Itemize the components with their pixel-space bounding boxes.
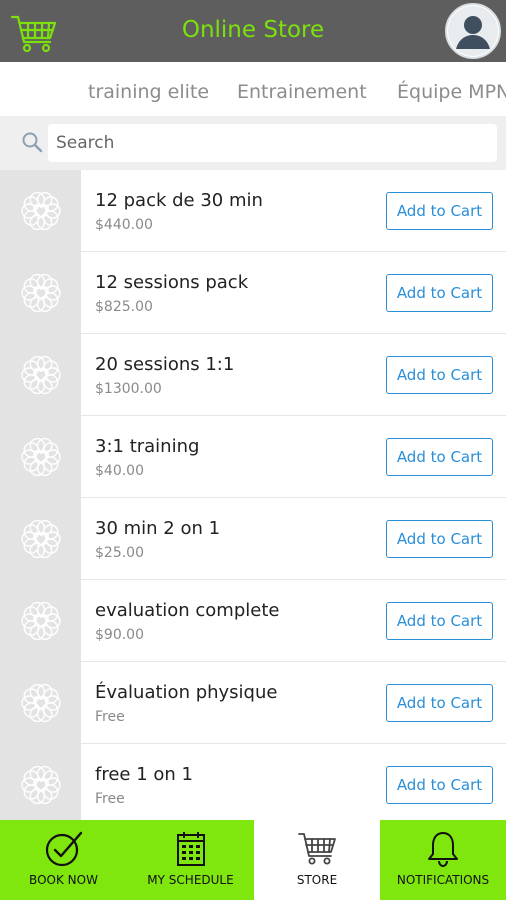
product-thumbnail bbox=[0, 580, 81, 662]
flower-placeholder-icon bbox=[20, 519, 61, 559]
add-to-cart-button[interactable]: Add to Cart bbox=[386, 684, 493, 722]
add-to-cart-button[interactable]: Add to Cart bbox=[386, 602, 493, 640]
product-thumbnail bbox=[0, 416, 81, 498]
nav-label: BOOK NOW bbox=[29, 873, 98, 887]
nav-label: NOTIFICATIONS bbox=[396, 873, 490, 887]
product-name: 3:1 training bbox=[95, 436, 200, 457]
search-bar bbox=[0, 116, 506, 170]
flower-placeholder-icon bbox=[20, 437, 61, 477]
list-item: 30 min 2 on 1 $25.00 Add to Cart bbox=[0, 498, 506, 580]
product-price: $40.00 bbox=[95, 463, 144, 479]
product-name: free 1 on 1 bbox=[95, 764, 193, 785]
nav-store[interactable]: STORE bbox=[254, 820, 380, 900]
product-thumbnail bbox=[0, 252, 81, 334]
add-to-cart-button[interactable]: Add to Cart bbox=[386, 274, 493, 312]
flower-placeholder-icon bbox=[20, 683, 61, 723]
flower-placeholder-icon bbox=[20, 355, 61, 395]
app-header: Online Store bbox=[0, 0, 506, 62]
product-price: $25.00 bbox=[95, 545, 144, 561]
category-tabs: training elite Entrainement Équipe MPN bbox=[0, 62, 506, 116]
product-name: 30 min 2 on 1 bbox=[95, 518, 221, 539]
product-name: evaluation complete bbox=[95, 600, 280, 621]
product-price: Free bbox=[95, 791, 125, 807]
add-to-cart-button[interactable]: Add to Cart bbox=[386, 520, 493, 558]
product-name: 12 pack de 30 min bbox=[95, 190, 263, 211]
product-price: $1300.00 bbox=[95, 381, 162, 397]
product-price: Free bbox=[95, 709, 125, 725]
check-circle-icon bbox=[45, 831, 82, 867]
flower-placeholder-icon bbox=[20, 273, 61, 313]
flower-placeholder-icon bbox=[20, 601, 61, 641]
list-item: 20 sessions 1:1 $1300.00 Add to Cart bbox=[0, 334, 506, 416]
shopping-cart-icon bbox=[298, 833, 336, 865]
flower-placeholder-icon bbox=[20, 765, 61, 805]
product-thumbnail bbox=[0, 334, 81, 416]
product-price: $825.00 bbox=[95, 299, 153, 315]
product-price: $90.00 bbox=[95, 627, 144, 643]
tab-training-elite[interactable]: training elite bbox=[88, 81, 209, 103]
list-item: evaluation complete $90.00 Add to Cart bbox=[0, 580, 506, 662]
product-thumbnail bbox=[0, 744, 81, 820]
list-item: 3:1 training $40.00 Add to Cart bbox=[0, 416, 506, 498]
product-thumbnail bbox=[0, 662, 81, 744]
search-icon bbox=[22, 132, 43, 153]
list-item: Évaluation physique Free Add to Cart bbox=[0, 662, 506, 744]
product-price: $440.00 bbox=[95, 217, 153, 233]
flower-placeholder-icon bbox=[20, 191, 61, 231]
list-item: 12 sessions pack $825.00 Add to Cart bbox=[0, 252, 506, 334]
list-item: free 1 on 1 Free Add to Cart bbox=[0, 744, 506, 820]
add-to-cart-button[interactable]: Add to Cart bbox=[386, 192, 493, 230]
list-item: 12 pack de 30 min $440.00 Add to Cart bbox=[0, 170, 506, 252]
product-list: 12 pack de 30 min $440.00 Add to Cart 12… bbox=[0, 170, 506, 820]
avatar[interactable] bbox=[445, 3, 501, 59]
page-title: Online Store bbox=[181, 17, 325, 43]
product-name: 12 sessions pack bbox=[95, 272, 249, 293]
add-to-cart-button[interactable]: Add to Cart bbox=[386, 356, 493, 394]
product-name: 20 sessions 1:1 bbox=[95, 354, 235, 375]
tab-entrainement[interactable]: Entrainement bbox=[237, 81, 367, 103]
calendar-icon bbox=[176, 832, 205, 866]
tab-equipe-mpn[interactable]: Équipe MPN bbox=[397, 81, 506, 103]
product-thumbnail bbox=[0, 498, 81, 580]
search-input[interactable] bbox=[48, 124, 497, 162]
bell-icon bbox=[428, 832, 458, 868]
nav-label: STORE bbox=[296, 873, 338, 887]
product-thumbnail bbox=[0, 170, 81, 252]
user-avatar-icon bbox=[448, 6, 498, 56]
nav-notifications[interactable]: NOTIFICATIONS bbox=[380, 820, 506, 900]
nav-label: MY SCHEDULE bbox=[147, 873, 234, 887]
add-to-cart-button[interactable]: Add to Cart bbox=[386, 766, 493, 804]
nav-my-schedule[interactable]: MY SCHEDULE bbox=[127, 820, 254, 900]
product-name: Évaluation physique bbox=[95, 682, 278, 703]
bottom-nav: BOOK NOW MY SCHEDULE STORE NOTIFICATIONS bbox=[0, 820, 506, 900]
add-to-cart-button[interactable]: Add to Cart bbox=[386, 438, 493, 476]
nav-book-now[interactable]: BOOK NOW bbox=[0, 820, 127, 900]
